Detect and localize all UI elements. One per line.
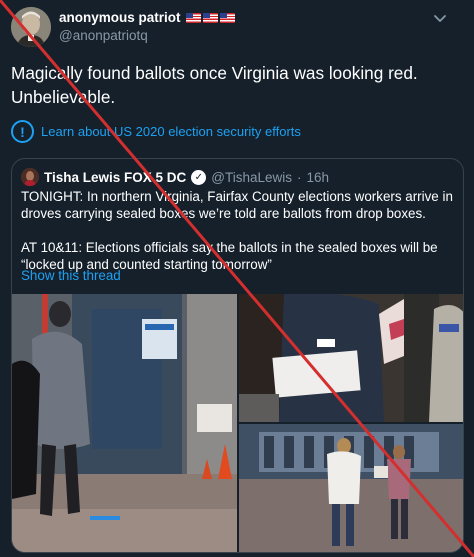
display-name[interactable]: anonymous patriot	[59, 10, 181, 25]
media-photo[interactable]	[239, 424, 463, 552]
quoted-avatar[interactable]	[21, 168, 39, 186]
election-info-link[interactable]: Learn about US 2020 election security ef…	[41, 124, 301, 139]
tweet: anonymous patriot @anonpatriotq Magicall…	[0, 0, 474, 557]
show-thread-link[interactable]: Show this thread	[21, 268, 121, 283]
chevron-down-icon[interactable]	[430, 8, 450, 28]
separator-dot: ·	[297, 169, 302, 185]
avatar[interactable]	[11, 7, 51, 47]
quoted-display-name[interactable]: Tisha Lewis FOX 5 DC	[44, 170, 186, 185]
us-flag-icon	[185, 12, 201, 23]
quoted-timestamp[interactable]: 16h	[307, 170, 330, 185]
media-photo[interactable]	[12, 294, 237, 552]
media-photo[interactable]	[239, 294, 463, 422]
election-info-notice[interactable]: ! Learn about US 2020 election security …	[11, 120, 301, 143]
quoted-tweet[interactable]: Tisha Lewis FOX 5 DC ✓ @TishaLewis · 16h…	[11, 158, 464, 553]
flag-emojis	[185, 12, 235, 23]
user-handle[interactable]: @anonpatriotq	[59, 28, 148, 43]
quoted-paragraph: TONIGHT: In northern Virginia, Fairfax C…	[21, 189, 453, 221]
media-grid	[12, 294, 463, 552]
quoted-handle[interactable]: @TishaLewis	[211, 170, 292, 185]
author-row: anonymous patriot	[59, 10, 235, 25]
quoted-author-row: Tisha Lewis FOX 5 DC ✓ @TishaLewis · 16h	[21, 168, 329, 186]
us-flag-icon	[202, 12, 218, 23]
tweet-text: Magically found ballots once Virginia wa…	[11, 63, 418, 107]
exclamation-circle-icon: !	[11, 120, 34, 143]
us-flag-icon	[219, 12, 235, 23]
verified-badge-icon: ✓	[191, 169, 207, 185]
